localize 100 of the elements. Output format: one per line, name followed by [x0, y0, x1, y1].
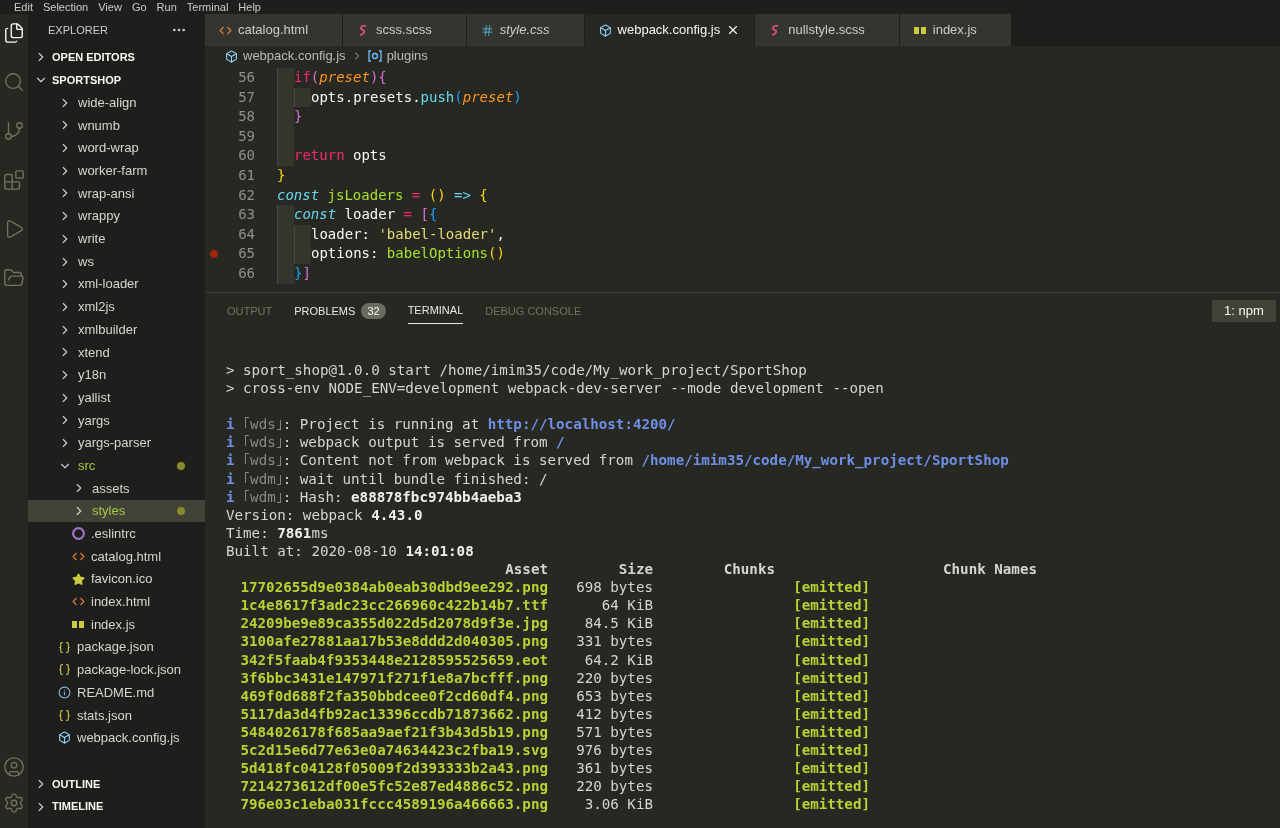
menu-item[interactable]: Edit: [14, 0, 33, 14]
terminal-line: i ｢wds｣: webpack output is served from /: [226, 433, 565, 452]
terminal-line: i ｢wdm｣: Hash: e88878fbc974bb4aeba3: [226, 487, 522, 506]
section-header[interactable]: OUTLINE: [28, 772, 205, 796]
branch-icon[interactable]: [3, 120, 25, 142]
tree-item[interactable]: favicon.ico: [28, 567, 205, 591]
tree-item[interactable]: xml-loader: [28, 272, 205, 296]
tree-item[interactable]: wnumb: [28, 114, 205, 137]
asset-name: 342f5faab4f9353448e2128595525659.eot: [239, 650, 548, 669]
asset-size: 64 KiB: [600, 596, 653, 615]
tree-item[interactable]: word-wrap: [28, 136, 205, 160]
line-number: 64: [237, 224, 255, 244]
emitted-status: [emitted]: [792, 614, 870, 633]
menu-item[interactable]: Go: [131, 0, 147, 14]
symbol-icon: [367, 50, 382, 62]
menu-item[interactable]: View: [98, 0, 122, 14]
terminal-select[interactable]: 1: npm: [1212, 300, 1276, 322]
tree-item[interactable]: webpack.config.js: [28, 726, 205, 750]
asset-name: 5484026178f685aa9aef21f3b43d5b19.png: [239, 722, 548, 741]
tree-item[interactable]: ws: [28, 250, 205, 273]
editor-tab[interactable]: webpack.config.js: [584, 14, 756, 46]
line-number: 66: [237, 263, 255, 283]
asset-size: 976 bytes: [575, 740, 653, 760]
terminal-line: i ｢wds｣: Content not from webpack is served from /home/imim35/code/My_work_project/SportShop: [226, 451, 1009, 470]
editor-tab[interactable]: index.js: [899, 14, 1012, 46]
column-header: Chunk Names: [942, 560, 1037, 579]
asset-size: 571 bytes: [575, 722, 653, 741]
asset-size: 331 bytes: [575, 632, 653, 651]
editor-tab[interactable]: catalog.html: [205, 14, 344, 46]
tree-item[interactable]: xtend: [28, 340, 205, 364]
tree-item[interactable]: xmlbuilder: [28, 318, 205, 341]
line-number: 56: [237, 68, 255, 87]
tree-item[interactable]: package.json: [28, 635, 205, 659]
tree-item[interactable]: package-lock.json: [28, 658, 205, 682]
editor-tab[interactable]: style.css: [466, 14, 585, 46]
menu-item[interactable]: Help: [238, 0, 261, 14]
section-header[interactable]: SPORTSHOP: [28, 68, 205, 92]
tree-item[interactable]: wide-align: [28, 91, 205, 115]
emitted-status: [emitted]: [792, 596, 870, 615]
emitted-status: [emitted]: [792, 740, 870, 760]
line-number: 60: [237, 146, 255, 166]
asset-name: 5117da3d4fb92ac13396ccdb71873662.png: [239, 704, 548, 723]
panel-tab[interactable]: PROBLEMS 32: [294, 298, 386, 324]
code-line: if(preset){: [294, 68, 387, 87]
asset-name: 5d418fc04128f05009f2d393333b2a43.png: [239, 759, 548, 778]
terminal-line: > sport_shop@1.0.0 start /home/imim35/code/My_work_project/SportShop: [226, 361, 807, 380]
asset-size: 84.5 KiB: [583, 614, 653, 633]
tree-item[interactable]: wrap-ansi: [28, 182, 205, 205]
search-icon[interactable]: [3, 71, 25, 93]
indent-guide: [277, 68, 294, 88]
indent-guide: [294, 244, 311, 264]
folder-icon[interactable]: [3, 267, 25, 289]
breadcrumb-item[interactable]: webpack.config.js: [243, 46, 346, 66]
section-header[interactable]: OPEN EDITORS: [28, 46, 205, 69]
emitted-status: [emitted]: [792, 777, 870, 796]
tree-item[interactable]: yargs: [28, 409, 205, 432]
menu-item[interactable]: Selection: [42, 0, 89, 14]
files-icon[interactable]: [3, 22, 25, 44]
cube-icon: [598, 23, 612, 37]
account-icon[interactable]: [3, 756, 25, 778]
asset-size: 361 bytes: [575, 759, 653, 778]
settings-icon[interactable]: [3, 792, 25, 814]
tree-item[interactable]: worker-farm: [28, 159, 205, 183]
tree-item[interactable]: index.html: [28, 590, 205, 614]
hash-icon: [480, 23, 494, 37]
braces-icon: [58, 708, 71, 722]
tree-item[interactable]: yargs-parser: [28, 431, 205, 455]
terminal-line: > cross-env NODE_ENV=development webpack-dev-server --mode development --open: [226, 379, 884, 398]
extensions-icon[interactable]: [3, 169, 25, 191]
tree-item[interactable]: catalog.html: [28, 545, 205, 568]
section-header[interactable]: TIMELINE: [28, 795, 205, 818]
tree-item[interactable]: .eslintrc: [28, 522, 205, 546]
tree-item[interactable]: src: [28, 454, 205, 478]
tree-item[interactable]: write: [28, 227, 205, 251]
emitted-status: [emitted]: [792, 668, 870, 687]
tree-item[interactable]: wrappy: [28, 204, 205, 228]
asset-size: 3.06 KiB: [583, 795, 653, 814]
asset-name: 469f0d688f2fa350bbdcee0f2cd60df4.png: [239, 686, 548, 705]
emitted-status: [emitted]: [792, 722, 870, 741]
tree-item[interactable]: index.js: [28, 613, 205, 636]
menu-item[interactable]: Terminal: [186, 0, 229, 14]
asset-size: 64.2 KiB: [583, 650, 653, 669]
editor-tab[interactable]: nullstyle.scss: [755, 14, 900, 46]
terminal-line: Version: webpack 4.43.0: [226, 505, 423, 524]
menu-item[interactable]: Run: [156, 0, 177, 14]
emitted-status: [emitted]: [792, 704, 870, 723]
tree-item[interactable]: xml2js: [28, 295, 205, 319]
indent-guide: [294, 87, 311, 108]
braces-icon: [58, 640, 71, 654]
tree-item[interactable]: README.md: [28, 681, 205, 704]
indent-guide: [277, 146, 294, 166]
tree-item[interactable]: y18n: [28, 363, 205, 387]
panel-tab[interactable]: TERMINAL: [407, 298, 464, 324]
tree-item[interactable]: yallist: [28, 386, 205, 409]
tree-item[interactable]: stats.json: [28, 703, 205, 727]
tree-item[interactable]: assets: [28, 477, 205, 500]
editor-tab[interactable]: scss.scss: [343, 14, 467, 46]
breadcrumb-item[interactable]: plugins: [386, 46, 428, 66]
tree-item[interactable]: styles: [28, 499, 205, 523]
indent-guide: [277, 205, 294, 225]
